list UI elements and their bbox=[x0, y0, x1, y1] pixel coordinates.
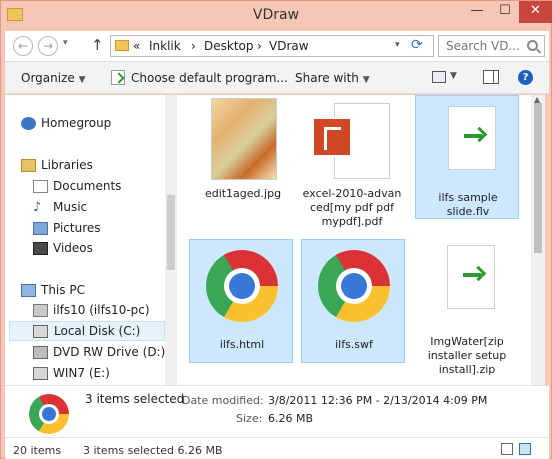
file-name: excel-2010-advan ced[my pdf pdf mypdf].pdf bbox=[302, 187, 402, 228]
videos-icon bbox=[33, 242, 48, 255]
organize-button[interactable]: Organize ▼ bbox=[21, 71, 86, 85]
maximize-button[interactable]: ☐ bbox=[491, 1, 519, 23]
file-name: ilfs.swf bbox=[335, 338, 373, 351]
breadcrumb-vdraw[interactable]: VDraw bbox=[269, 39, 309, 53]
organize-label: Organize bbox=[21, 71, 75, 85]
chrome-icon bbox=[318, 250, 390, 322]
file-name: edit1aged.jpg bbox=[204, 187, 282, 200]
breadcrumb-overflow[interactable]: « bbox=[133, 39, 140, 53]
scrollbar-thumb[interactable] bbox=[167, 195, 175, 270]
chrome-icon bbox=[206, 250, 278, 322]
file-item-edit1aged[interactable]: edit1aged.jpg bbox=[191, 95, 295, 219]
item-count: 20 items bbox=[13, 444, 62, 457]
file-item-ilfs-swf[interactable]: ilfs.swf bbox=[301, 239, 405, 363]
close-button[interactable]: ✕ bbox=[519, 1, 552, 23]
selection-count: 3 items selected bbox=[85, 392, 185, 406]
file-name: ImgWater[zip installer setup install].zip bbox=[427, 335, 507, 376]
chrome-icon bbox=[29, 394, 69, 434]
file-item-ilfs-html[interactable]: ilfs.html bbox=[189, 239, 293, 363]
file-item-imgwater-zip[interactable]: ImgWater[zip installer setup install].zip bbox=[415, 239, 519, 376]
file-list: edit1aged.jpg excel-2010-advan ced[my pdf… bbox=[177, 95, 531, 385]
documents-icon bbox=[33, 180, 48, 193]
pictures-icon bbox=[33, 222, 48, 235]
date-modified-label: Date modified: bbox=[182, 394, 264, 407]
pdf-icon bbox=[312, 117, 352, 157]
selection-status: 3 items selected 6.26 MB bbox=[83, 444, 223, 457]
search-input[interactable]: Search VD... bbox=[438, 35, 545, 57]
details-view-icon[interactable] bbox=[501, 443, 513, 455]
minimize-button[interactable]: — bbox=[463, 1, 491, 23]
size-label: Size: bbox=[236, 412, 263, 425]
details-pane: 3 items selected Date modified: 3/8/2011… bbox=[5, 385, 549, 437]
chevron-down-icon: ▼ bbox=[362, 75, 370, 85]
photo-thumbnail bbox=[211, 98, 277, 180]
scrollbar-thumb[interactable] bbox=[534, 103, 542, 253]
breadcrumb-separator[interactable]: › bbox=[257, 39, 262, 53]
file-name: ilfs.html bbox=[219, 338, 265, 351]
preview-pane-icon[interactable] bbox=[483, 70, 499, 84]
choose-default-program-button[interactable]: Choose default program... bbox=[131, 71, 288, 85]
breadcrumb-separator[interactable]: › bbox=[191, 39, 196, 53]
sidebar-item-local-disk[interactable]: Local Disk (C:) bbox=[9, 321, 165, 341]
size-value: 6.26 MB bbox=[268, 412, 314, 425]
search-icon[interactable] bbox=[527, 40, 538, 51]
status-bar: 20 items 3 items selected 6.26 MB bbox=[5, 437, 549, 459]
back-arrow-icon[interactable]: ← bbox=[13, 36, 33, 56]
search-placeholder: Search VD... bbox=[446, 39, 520, 53]
large-icons-view-icon[interactable] bbox=[519, 443, 531, 455]
file-item-ilfs-sample-slide[interactable]: ilfs sample slide.flv bbox=[415, 95, 519, 219]
disk-icon bbox=[33, 325, 48, 338]
refresh-icon[interactable]: ⟳ bbox=[411, 37, 423, 53]
default-program-icon bbox=[111, 70, 125, 85]
change-view-icon[interactable] bbox=[432, 71, 446, 83]
pc-icon bbox=[21, 284, 36, 297]
file-name: ilfs sample slide.flv bbox=[438, 191, 498, 218]
usb-drive-icon bbox=[33, 367, 48, 380]
folder-icon bbox=[115, 40, 129, 51]
chevron-down-icon: ▼ bbox=[78, 75, 86, 85]
breadcrumb-desktop[interactable]: Desktop bbox=[204, 39, 254, 53]
forward-arrow-icon[interactable]: → bbox=[38, 36, 58, 56]
network-drive-icon bbox=[33, 304, 48, 317]
file-item-excel-pdf[interactable]: excel-2010-advan ced[my pdf pdf mypdf].pdf bbox=[300, 95, 404, 228]
command-toolbar: Organize ▼ Choose default program... Sha… bbox=[5, 61, 549, 94]
flv-file-icon bbox=[448, 106, 496, 170]
arrow-icon bbox=[464, 134, 482, 138]
navigation-pane: Homegroup Libraries Documents ♪ Music Pi… bbox=[5, 95, 165, 385]
recent-locations-chevron-icon[interactable]: ▾ bbox=[63, 38, 68, 48]
address-bar[interactable]: « Inklik › Desktop › VDraw ▾ ⟳ bbox=[110, 35, 434, 57]
explorer-window: VDraw — ☐ ✕ ← → ▾ ↑ « Inklik › Desktop ›… bbox=[0, 0, 552, 459]
breadcrumb-inklik[interactable]: Inklik bbox=[149, 39, 181, 53]
up-arrow-icon[interactable]: ↑ bbox=[91, 36, 104, 54]
navigation-scrollbar[interactable] bbox=[165, 95, 177, 385]
title-bar[interactable]: VDraw — ☐ ✕ bbox=[1, 1, 552, 31]
address-dropdown-icon[interactable]: ▾ bbox=[395, 40, 400, 50]
share-with-button[interactable]: Share with ▼ bbox=[295, 71, 370, 85]
share-with-label: Share with bbox=[295, 71, 359, 85]
arrow-icon bbox=[463, 273, 481, 277]
date-modified-value: 3/8/2011 12:36 PM - 2/13/2014 4:09 PM bbox=[268, 394, 488, 407]
homegroup-icon bbox=[21, 117, 36, 130]
dvd-icon bbox=[33, 346, 48, 359]
content-scrollbar[interactable]: ▲ bbox=[531, 95, 545, 385]
help-icon[interactable]: ? bbox=[518, 70, 533, 85]
music-icon: ♪ bbox=[33, 200, 42, 215]
libraries-icon bbox=[21, 159, 36, 172]
navigation-bar: ← → ▾ ↑ « Inklik › Desktop › VDraw ▾ ⟳ S… bbox=[5, 31, 549, 61]
zip-file-icon bbox=[447, 245, 495, 309]
chevron-down-icon[interactable]: ▼ bbox=[450, 71, 457, 81]
